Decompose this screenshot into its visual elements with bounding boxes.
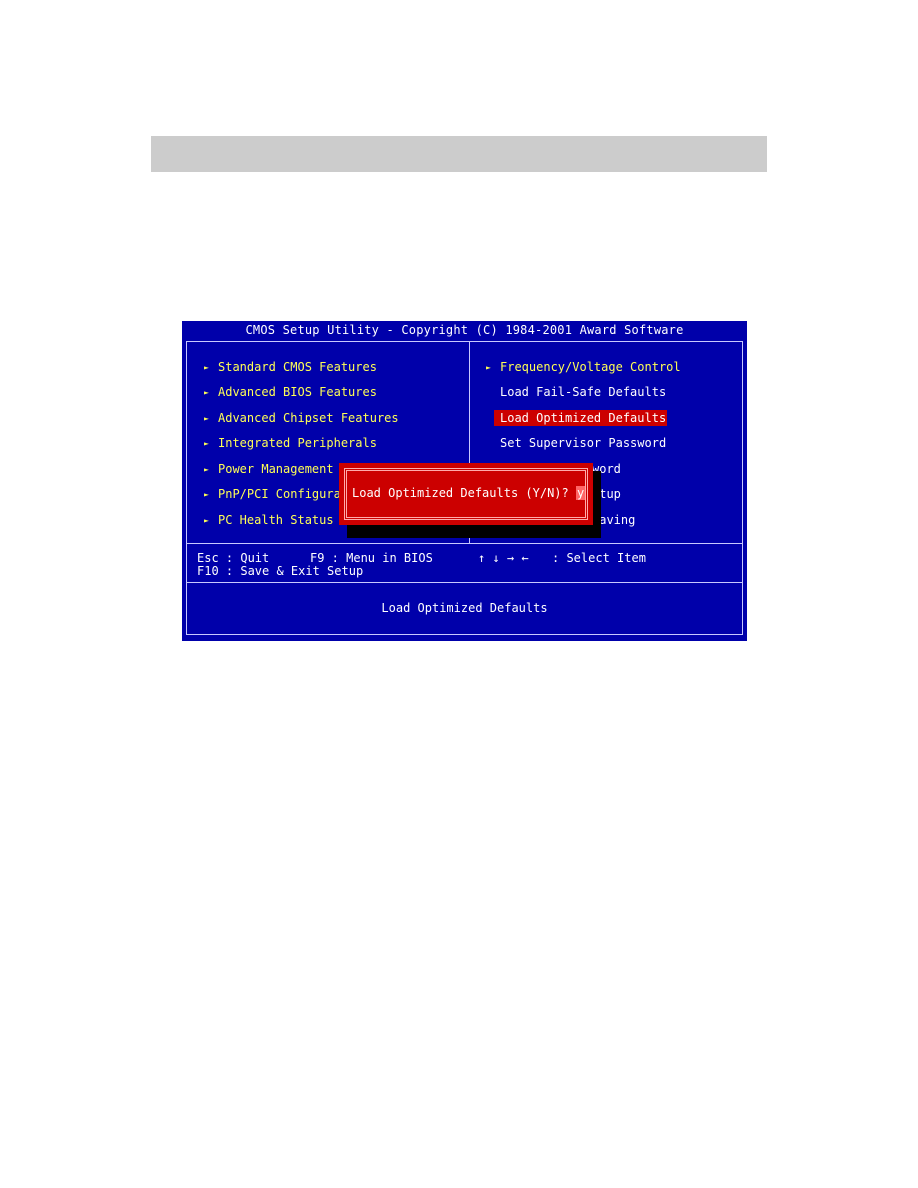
dialog-answer-input[interactable]: y — [575, 486, 586, 500]
bios-title: CMOS Setup Utility - Copyright (C) 1984-… — [245, 323, 684, 337]
submenu-arrow-icon: ► — [204, 439, 209, 448]
menu-item-load-fail-safe-defaults[interactable]: Load Fail-Safe Defaults — [500, 384, 666, 400]
help-arrow-keys-icon: ↑ ↓ → ← — [478, 551, 529, 565]
menu-item-pc-health-status[interactable]: ► PC Health Status — [204, 512, 334, 529]
menu-item-advanced-chipset-features[interactable]: ► Advanced Chipset Features — [204, 410, 399, 427]
menu-item-power-management[interactable]: ► Power Management — [204, 461, 334, 478]
menu-item-set-supervisor-password[interactable]: Set Supervisor Password — [500, 435, 666, 451]
menu-item-standard-cmos-features[interactable]: ► Standard CMOS Features — [204, 359, 377, 376]
submenu-arrow-icon: ► — [204, 388, 209, 397]
menu-item-frequency-voltage-control[interactable]: ► Frequency/Voltage Control — [486, 359, 681, 376]
status-description: Load Optimized Defaults — [381, 601, 548, 615]
menu-item-integrated-peripherals[interactable]: ► Integrated Peripherals — [204, 435, 377, 452]
menu-item-load-optimized-defaults[interactable]: Load Optimized Defaults — [494, 410, 668, 426]
submenu-arrow-icon: ► — [486, 363, 491, 372]
confirm-dialog[interactable]: Load Optimized Defaults (Y/N)? y — [339, 463, 593, 525]
help-select-item: : Select Item — [552, 551, 646, 565]
submenu-arrow-icon: ► — [204, 516, 209, 525]
submenu-arrow-icon: ► — [204, 414, 209, 423]
submenu-arrow-icon: ► — [204, 490, 209, 499]
section-header-bar — [151, 136, 767, 172]
menu-item-advanced-bios-features[interactable]: ► Advanced BIOS Features — [204, 384, 377, 401]
submenu-arrow-icon: ► — [204, 465, 209, 474]
submenu-arrow-icon: ► — [204, 363, 209, 372]
dialog-prompt: Load Optimized Defaults (Y/N)? y — [352, 486, 586, 500]
help-f10-save-exit: F10 : Save & Exit Setup — [197, 564, 364, 578]
menu-item-pnp-pci-configuration[interactable]: ► PnP/PCI Configura — [204, 486, 341, 503]
